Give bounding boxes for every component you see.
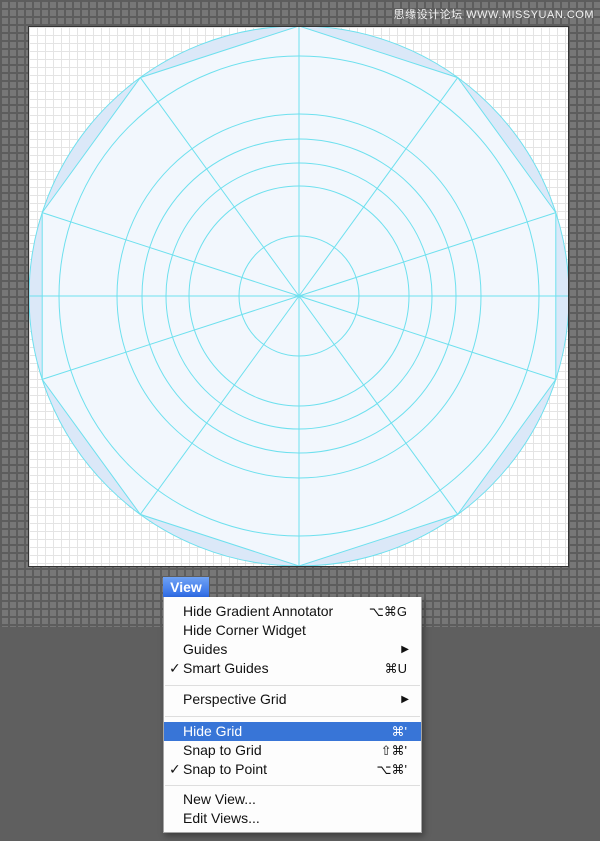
menu-item-guides[interactable]: Guides ▶ <box>164 640 421 659</box>
menu-separator <box>165 785 420 786</box>
menu-item-hide-gradient-annotator[interactable]: Hide Gradient Annotator ⌥⌘G <box>164 602 421 621</box>
menu-item-smart-guides[interactable]: ✓ Smart Guides ⌘U <box>164 659 421 678</box>
menu-item-label: Edit Views... <box>183 810 260 826</box>
menu-item-edit-views[interactable]: Edit Views... <box>164 809 421 828</box>
menu-item-label: Hide Corner Widget <box>183 622 306 638</box>
menu-item-label: Hide Grid <box>183 723 243 739</box>
menu-item-perspective-grid[interactable]: Perspective Grid ▶ <box>164 690 421 709</box>
submenu-arrow-icon: ▶ <box>401 644 409 655</box>
watermark: 思缘设计论坛 WWW.MISSYUAN.COM <box>393 9 594 21</box>
menu-item-label: Hide Gradient Annotator <box>183 603 334 619</box>
submenu-arrow-icon: ▶ <box>401 694 409 705</box>
menu-item-shortcut: ⌥⌘G <box>368 604 407 619</box>
menu-item-shortcut: ⌘' <box>391 724 407 739</box>
radial-guide-artwork <box>29 27 568 566</box>
menu-item-label: New View... <box>183 791 256 807</box>
menu-item-label: Perspective Grid <box>183 691 287 707</box>
menu-item-hide-grid[interactable]: Hide Grid ⌘' <box>164 722 421 741</box>
menu-item-hide-corner-widget[interactable]: Hide Corner Widget <box>164 621 421 640</box>
view-menu-title[interactable]: View <box>163 577 209 597</box>
menu-item-snap-to-grid[interactable]: Snap to Grid ⇧⌘' <box>164 741 421 760</box>
menu-item-label: Snap to Point <box>183 761 268 777</box>
checkmark-icon: ✓ <box>169 660 181 676</box>
menu-separator <box>165 716 420 717</box>
menu-item-new-view[interactable]: New View... <box>164 790 421 809</box>
menu-separator <box>165 685 420 686</box>
menu-item-label: Smart Guides <box>183 660 269 676</box>
menu-item-shortcut: ⌘U <box>384 661 407 676</box>
checkmark-icon: ✓ <box>169 761 181 777</box>
menu-item-shortcut: ⇧⌘' <box>380 743 407 758</box>
view-menu-dropdown: Hide Gradient Annotator ⌥⌘G Hide Corner … <box>163 597 422 833</box>
menu-item-label: Snap to Grid <box>183 742 262 758</box>
menu-item-snap-to-point[interactable]: ✓ Snap to Point ⌥⌘' <box>164 760 421 779</box>
menu-item-shortcut: ⌥⌘' <box>376 762 407 777</box>
menu-item-label: Guides <box>183 641 228 657</box>
artboard[interactable] <box>28 26 569 567</box>
